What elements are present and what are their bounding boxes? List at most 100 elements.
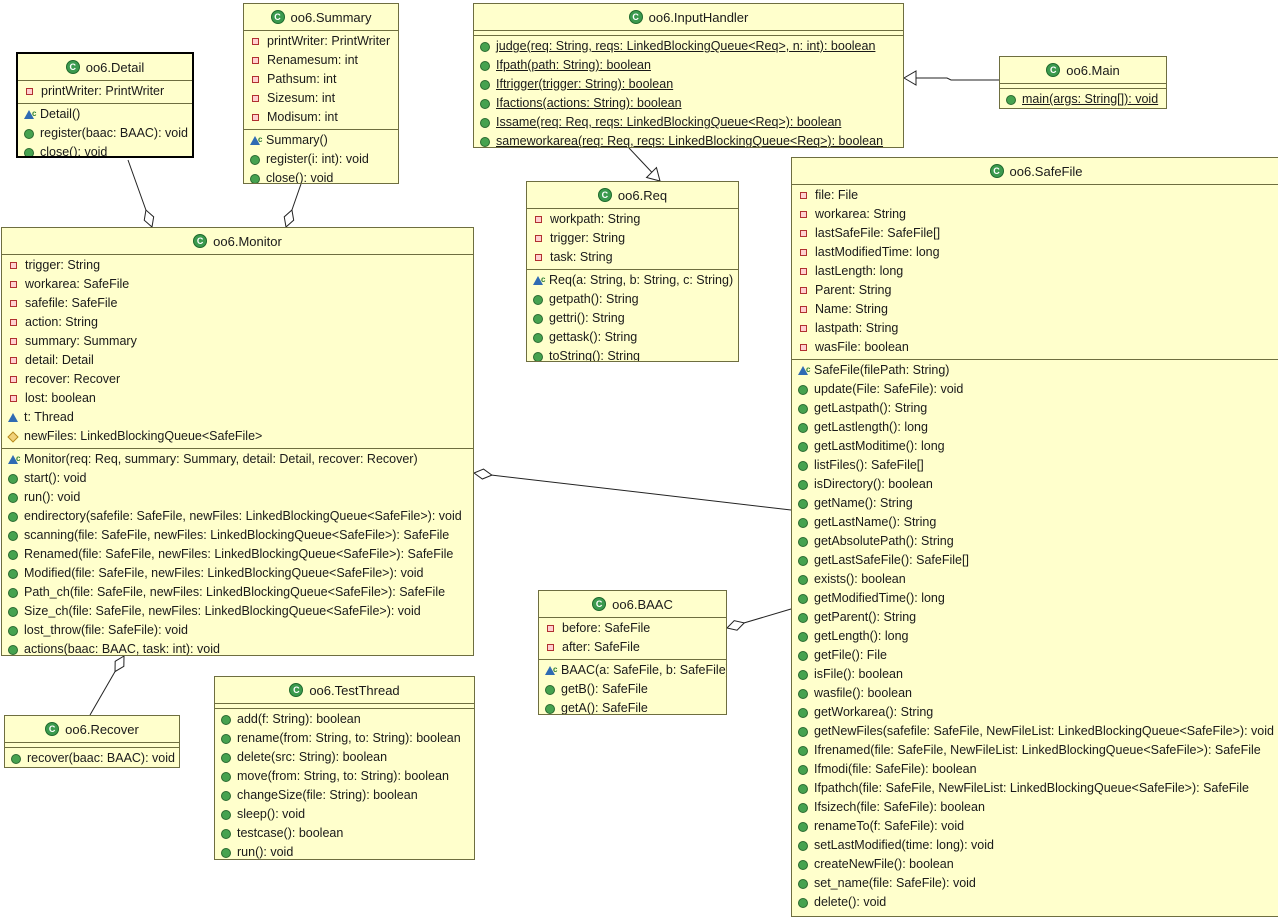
class-method: sameworkarea(req: Req, reqs: LinkedBlock… xyxy=(474,132,903,147)
class-field: lastSafeFile: SafeFile[] xyxy=(792,224,1278,243)
private-field-icon xyxy=(800,249,807,256)
member-text: run(): void xyxy=(24,490,81,504)
public-method-icon xyxy=(221,733,231,744)
member-text: set_name(file: SafeFile): void xyxy=(814,876,976,890)
aggregation-line xyxy=(127,159,153,228)
class-method: gettri(): String xyxy=(527,309,738,328)
public-method-icon xyxy=(221,790,231,801)
member-text: getParent(): String xyxy=(814,610,917,624)
class-method: endirectory(safefile: SafeFile, newFiles… xyxy=(2,507,473,526)
public-method-icon xyxy=(798,631,808,642)
class-summary[interactable]: Coo6.Summary printWriter: PrintWriter Rena… xyxy=(243,3,399,184)
fields-section: trigger: String workarea: SafeFile safefil… xyxy=(2,255,473,449)
class-method: getLength(): long xyxy=(792,627,1278,646)
class-field: trigger: String xyxy=(2,256,473,275)
class-field: Sizesum: int xyxy=(244,89,398,108)
class-main[interactable]: Coo6.Main main(args: String[]): void xyxy=(999,56,1167,109)
private-field-icon xyxy=(10,357,17,364)
class-name: oo6.Detail xyxy=(85,59,145,75)
member-text: endirectory(safefile: SafeFile, newFiles… xyxy=(24,509,462,523)
class-method: register(i: int): void xyxy=(244,150,398,169)
private-field-icon xyxy=(535,235,542,242)
class-icon: C xyxy=(628,10,643,24)
member-text: delete(): void xyxy=(814,895,887,909)
member-text: workarea: String xyxy=(815,207,907,221)
public-method-icon xyxy=(798,859,808,870)
member-text: Req(a: String, b: String, c: String) xyxy=(549,273,734,287)
class-method: Renamed(file: SafeFile, newFiles: Linked… xyxy=(2,545,473,564)
class-method: renameTo(f: SafeFile): void xyxy=(792,817,1278,836)
class-testthread[interactable]: Coo6.TestThread add(f: String): boolean re… xyxy=(214,676,475,860)
class-field: recover: Recover xyxy=(2,370,473,389)
member-text: getA(): SafeFile xyxy=(561,701,648,715)
member-text: getWorkarea(): String xyxy=(814,705,934,719)
private-field-icon xyxy=(252,95,259,102)
member-text: summary: Summary xyxy=(25,334,137,348)
class-name: oo6.SafeFile xyxy=(1009,163,1083,179)
class-method: actions(baac: BAAC, task: int): void xyxy=(2,640,473,655)
public-method-icon xyxy=(8,625,18,636)
class-detail[interactable]: Coo6.Detail printWriter: PrintWriter Detai… xyxy=(16,52,194,158)
member-text: t: Thread xyxy=(24,410,74,424)
class-icon: C xyxy=(597,188,612,202)
private-field-icon xyxy=(252,76,259,83)
class-method: run(): void xyxy=(215,843,474,859)
member-text: Ifpathch(file: SafeFile, NewFileList: Li… xyxy=(814,781,1249,795)
class-method: exists(): boolean xyxy=(792,570,1278,589)
member-text: detail: Detail xyxy=(25,353,94,367)
member-text: close(): void xyxy=(40,145,108,158)
member-text: before: SafeFile xyxy=(562,621,651,635)
member-text: Name: String xyxy=(815,302,888,316)
class-field: detail: Detail xyxy=(2,351,473,370)
class-monitor[interactable]: Coo6.Monitor trigger: String workarea: Saf… xyxy=(1,227,474,656)
class-method: setLastModified(time: long): void xyxy=(792,836,1278,855)
class-safefile[interactable]: Coo6.SafeFile file: File workarea: String l… xyxy=(791,157,1278,917)
public-method-icon xyxy=(221,771,231,782)
public-method-icon xyxy=(798,517,808,528)
private-field-icon xyxy=(535,216,542,223)
public-method-icon xyxy=(8,587,18,598)
public-method-icon xyxy=(24,147,34,156)
public-method-icon xyxy=(533,313,543,324)
methods-section: BAAC(a: SafeFile, b: SafeFile) getB(): Sa… xyxy=(539,660,726,715)
member-text: createNewFile(): boolean xyxy=(814,857,954,871)
member-text: testcase(): boolean xyxy=(237,826,344,840)
class-method: Summary() xyxy=(244,130,398,150)
class-icon: C xyxy=(989,164,1004,178)
member-text: lastSafeFile: SafeFile[] xyxy=(815,226,941,240)
private-field-icon xyxy=(800,287,807,294)
public-method-icon xyxy=(221,847,231,858)
class-method: getLastSafeFile(): SafeFile[] xyxy=(792,551,1278,570)
aggregation-diamond-icon xyxy=(472,468,493,480)
class-icon: C xyxy=(45,722,60,736)
constructor-icon xyxy=(545,660,557,679)
member-text: lastModifiedTime: long xyxy=(815,245,940,259)
member-text: getModifiedTime(): long xyxy=(814,591,945,605)
class-field: task: String xyxy=(527,248,738,267)
class-method: update(File: SafeFile): void xyxy=(792,380,1278,399)
public-method-icon xyxy=(798,498,808,509)
member-text: Renamesum: int xyxy=(267,53,359,67)
public-method-icon xyxy=(480,98,490,109)
member-text: lost: boolean xyxy=(25,391,96,405)
member-text: update(File: SafeFile): void xyxy=(814,382,964,396)
class-req[interactable]: Coo6.Req workpath: String trigger: String t… xyxy=(526,181,739,362)
member-text: getLastpath(): String xyxy=(814,401,928,415)
member-text: add(f: String): boolean xyxy=(237,712,361,726)
private-field-icon xyxy=(10,319,17,326)
class-field: lost: boolean xyxy=(2,389,473,408)
member-text: toString(): String xyxy=(549,349,641,362)
member-text: Monitor(req: Req, summary: Summary, deta… xyxy=(24,452,418,466)
class-baac[interactable]: Coo6.BAAC before: SafeFile after: SafeFile… xyxy=(538,590,727,715)
class-method: toString(): String xyxy=(527,347,738,362)
private-field-icon xyxy=(547,644,554,651)
class-inputhandler[interactable]: Coo6.InputHandler judge(req: String, reqs… xyxy=(473,3,904,148)
class-method: sleep(): void xyxy=(215,805,474,824)
class-method: getB(): SafeFile xyxy=(539,680,726,699)
methods-section: SafeFile(filePath: String) update(File: S… xyxy=(792,360,1278,914)
public-method-icon xyxy=(798,650,808,661)
member-text: move(from: String, to: String): boolean xyxy=(237,769,449,783)
class-header: Coo6.Req xyxy=(527,182,738,209)
class-recover[interactable]: Coo6.Recover recover(baac: BAAC): void xyxy=(4,715,180,768)
class-method: wasfile(): boolean xyxy=(792,684,1278,703)
